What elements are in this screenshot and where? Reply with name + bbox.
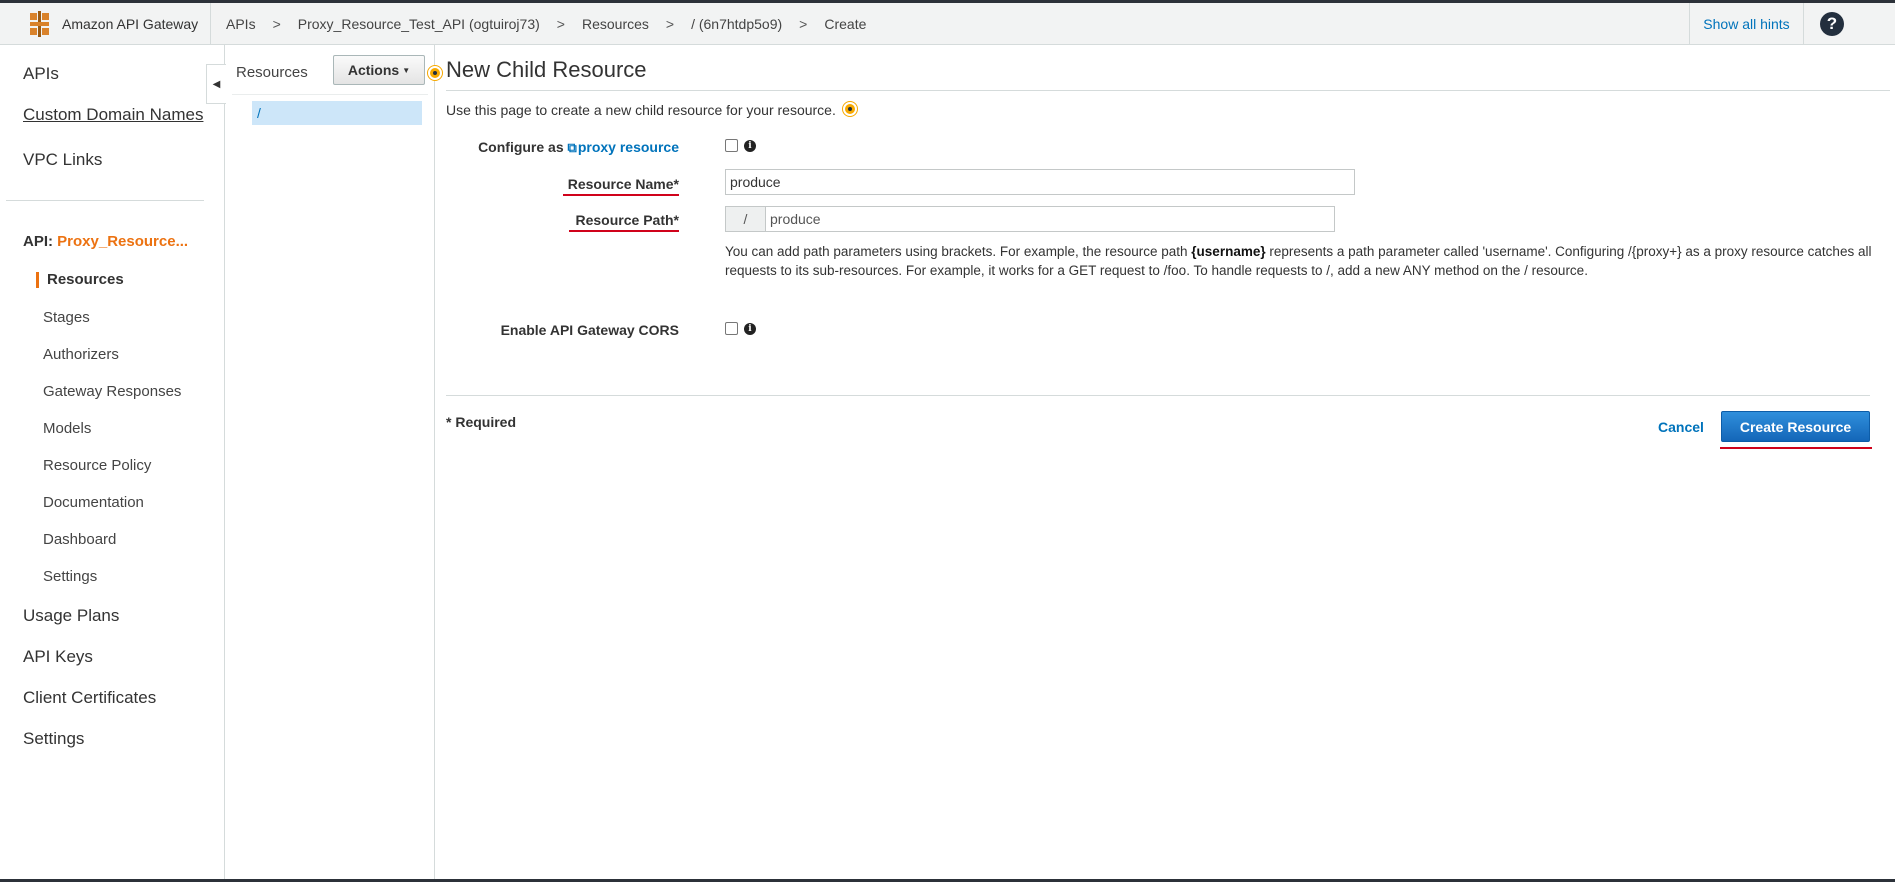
breadcrumb-separator: > [799, 16, 808, 32]
caret-down-icon: ▼ [402, 65, 411, 75]
actions-label: Actions [347, 62, 400, 78]
api-name[interactable]: Proxy_Resource... [57, 233, 188, 250]
nav-item-client-certificates[interactable]: Client Certificates [23, 688, 156, 708]
show-all-hints-link[interactable]: Show all hints [1689, 3, 1804, 45]
hint-dot-icon[interactable] [843, 102, 857, 116]
resources-tree-title: Resources [236, 64, 308, 81]
nav-item-settings[interactable]: Settings [23, 729, 84, 749]
help-text-bold: {username} [1191, 244, 1266, 259]
api-prefix: API: [23, 233, 53, 250]
resources-tree-panel: Resources Actions ▼ / [226, 45, 435, 882]
nav-item-resource-policy[interactable]: Resource Policy [43, 457, 151, 474]
breadcrumb-apis[interactable]: APIs [226, 16, 256, 32]
caret-left-icon: ◀ [212, 78, 221, 90]
brand[interactable]: Amazon API Gateway [0, 3, 211, 45]
create-resource-button[interactable]: Create Resource [1721, 411, 1870, 442]
cancel-button[interactable]: Cancel [1658, 419, 1704, 435]
api-gateway-logo-icon [28, 11, 52, 37]
configure-as-text: Configure as [478, 139, 564, 155]
left-nav: APIs Custom Domain Names VPC Links API: … [0, 45, 225, 882]
annotation-underline [1720, 447, 1872, 449]
breadcrumb-separator: > [665, 16, 675, 32]
nav-item-documentation[interactable]: Documentation [43, 494, 144, 511]
actions-dropdown-button[interactable]: Actions ▼ [333, 55, 425, 85]
top-bar: Amazon API Gateway APIs > Proxy_Resource… [0, 0, 1895, 45]
info-icon[interactable]: i [744, 323, 756, 335]
breadcrumb: APIs > Proxy_Resource_Test_API (ogtuiroj… [226, 3, 866, 45]
required-note: * Required [446, 414, 517, 430]
proxy-resource-text: proxy resource [577, 139, 679, 155]
breadcrumb-api[interactable]: Proxy_Resource_Test_API (ogtuiroj73) [298, 16, 540, 32]
nav-item-vpc-links[interactable]: VPC Links [23, 150, 102, 170]
nav-item-resources[interactable]: Resources [36, 272, 124, 288]
proxy-resource-checkbox[interactable] [725, 139, 738, 152]
resource-path-label-text: Resource Path [575, 212, 674, 228]
resource-name-input[interactable]: produce [725, 169, 1355, 195]
help-text-part-1: You can add path parameters using bracke… [725, 244, 1188, 259]
breadcrumb-separator: > [272, 16, 281, 32]
annotation-underline [569, 230, 679, 232]
enable-cors-checkbox[interactable] [725, 322, 738, 335]
nav-item-api-keys[interactable]: API Keys [23, 647, 93, 667]
nav-item-api-settings[interactable]: Settings [43, 568, 97, 585]
intro-text: Use this page to create a new child reso… [446, 102, 836, 118]
tree-item-root[interactable]: / [252, 101, 422, 125]
nav-item-custom-domain-names[interactable]: Custom Domain Names [23, 105, 203, 125]
enable-cors-label: Enable API Gateway CORS [500, 322, 679, 338]
nav-item-authorizers[interactable]: Authorizers [43, 346, 119, 363]
required-asterisk: * [673, 176, 679, 192]
breadcrumb-root-resource[interactable]: / (6n7htdp5o9) [691, 16, 782, 32]
resource-path-label: Resource Path* [446, 212, 680, 228]
nav-item-stages[interactable]: Stages [43, 309, 90, 326]
hint-dot-icon[interactable] [428, 66, 442, 80]
configure-as-label: Configure as ⧉proxy resource [446, 139, 679, 156]
proxy-resource-link[interactable]: ⧉proxy resource [568, 139, 679, 155]
tree-divider [232, 94, 428, 95]
info-icon[interactable]: i [744, 140, 756, 152]
resource-name-label: Resource Name* [446, 176, 679, 192]
collapse-nav-button[interactable]: ◀ [206, 64, 226, 104]
resource-path-prefix: / [726, 207, 766, 231]
nav-item-gateway-responses[interactable]: Gateway Responses [43, 383, 181, 400]
api-label[interactable]: API: Proxy_Resource... [23, 233, 188, 250]
external-link-icon: ⧉ [567, 140, 577, 155]
required-asterisk: * [673, 212, 679, 228]
help-icon[interactable]: ? [1820, 12, 1844, 36]
resource-path-value: produce [770, 211, 821, 227]
resource-name-label-text: Resource Name [567, 176, 674, 192]
nav-item-usage-plans[interactable]: Usage Plans [23, 606, 119, 626]
form-footer-divider [446, 395, 1870, 396]
nav-item-models[interactable]: Models [43, 420, 91, 437]
nav-item-dashboard[interactable]: Dashboard [43, 531, 116, 548]
breadcrumb-separator: > [556, 16, 565, 32]
brand-name: Amazon API Gateway [62, 16, 199, 32]
nav-item-apis[interactable]: APIs [23, 64, 59, 84]
breadcrumb-create: Create [824, 16, 867, 32]
page-title: New Child Resource [446, 57, 647, 82]
resource-path-help-text: You can add path parameters using bracke… [725, 242, 1875, 280]
breadcrumb-resources[interactable]: Resources [582, 16, 649, 32]
nav-divider [6, 200, 204, 201]
title-divider [446, 90, 1890, 91]
annotation-underline [563, 194, 679, 196]
resource-path-input[interactable]: / produce [725, 206, 1335, 232]
